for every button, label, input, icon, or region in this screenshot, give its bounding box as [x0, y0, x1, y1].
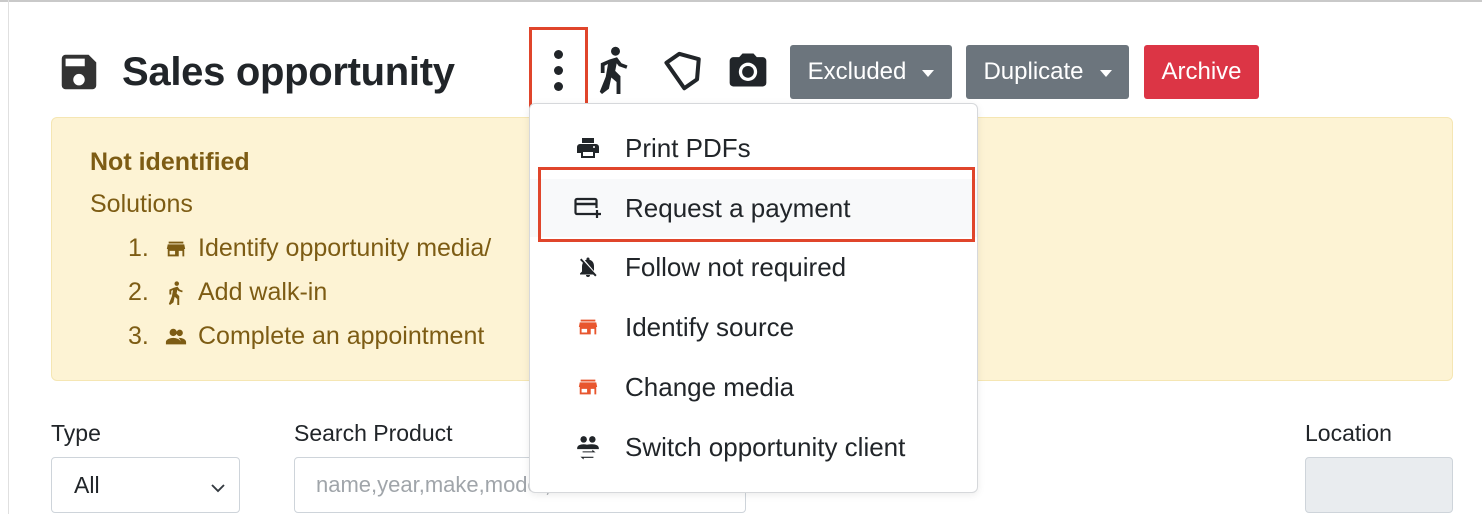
location-label: Location	[1305, 420, 1392, 446]
alert-subtitle: Solutions	[90, 190, 193, 218]
left-border	[8, 0, 9, 514]
menu-item-label: Print PDFs	[625, 132, 751, 163]
menu-item-identify-source[interactable]: Identify source	[530, 298, 977, 356]
menu-item-follow-not-required[interactable]: Follow not required	[530, 238, 977, 296]
solution-number: 1.	[128, 234, 149, 262]
tag-icon[interactable]	[659, 44, 703, 96]
solution-label: Add walk-in	[198, 278, 328, 306]
type-select[interactable]: All	[51, 457, 240, 513]
page-header: Sales opportunity	[56, 44, 455, 100]
excluded-label: Excluded	[807, 58, 907, 85]
menu-item-change-media[interactable]: Change media	[530, 358, 977, 416]
walk-in-icon[interactable]	[592, 44, 636, 96]
store-icon	[572, 371, 604, 403]
bell-off-icon	[572, 251, 604, 283]
archive-label: Archive	[1161, 58, 1242, 85]
solution-item[interactable]: 1. Identify opportunity media/	[128, 234, 491, 263]
save-icon[interactable]	[56, 49, 102, 95]
chevron-down-icon	[209, 476, 227, 503]
alert-title: Not identified	[90, 148, 250, 176]
caret-down-icon	[1099, 69, 1112, 77]
location-select[interactable]	[1305, 457, 1453, 513]
solution-item[interactable]: 2. Add walk-in	[128, 278, 327, 307]
archive-button[interactable]: Archive	[1144, 45, 1259, 99]
more-options-menu: Print PDFs Request a payment Follow not …	[529, 103, 978, 493]
printer-icon	[572, 132, 604, 164]
excluded-dropdown-button[interactable]: Excluded	[790, 45, 952, 99]
menu-item-label: Change media	[625, 371, 795, 402]
type-label: Type	[51, 420, 101, 446]
camera-icon[interactable]	[726, 44, 770, 96]
solution-label: Identify opportunity media/	[198, 234, 492, 262]
walk-icon	[164, 280, 188, 305]
caret-down-icon	[922, 69, 935, 77]
search-product-label: Search Product	[294, 420, 453, 446]
solution-label: Complete an appointment	[198, 322, 485, 350]
people-icon	[164, 325, 188, 349]
duplicate-dropdown-button[interactable]: Duplicate	[966, 45, 1129, 99]
menu-item-label: Identify source	[625, 311, 795, 342]
people-swap-icon	[572, 431, 604, 463]
request-payment-highlight	[538, 167, 975, 242]
more-options-button[interactable]	[529, 27, 588, 113]
store-icon	[164, 237, 188, 261]
menu-item-switch-client[interactable]: Switch opportunity client	[530, 418, 977, 476]
duplicate-label: Duplicate	[983, 58, 1084, 85]
menu-item-label: Follow not required	[625, 251, 847, 282]
kebab-icon	[554, 49, 563, 91]
solution-number: 3.	[128, 322, 149, 350]
type-select-value: All	[74, 471, 100, 498]
menu-item-label: Switch opportunity client	[625, 431, 906, 462]
page-title: Sales opportunity	[122, 49, 455, 94]
solution-number: 2.	[128, 278, 149, 306]
solution-item[interactable]: 3. Complete an appointment	[128, 322, 484, 351]
top-border	[0, 0, 1482, 2]
store-icon	[572, 311, 604, 343]
